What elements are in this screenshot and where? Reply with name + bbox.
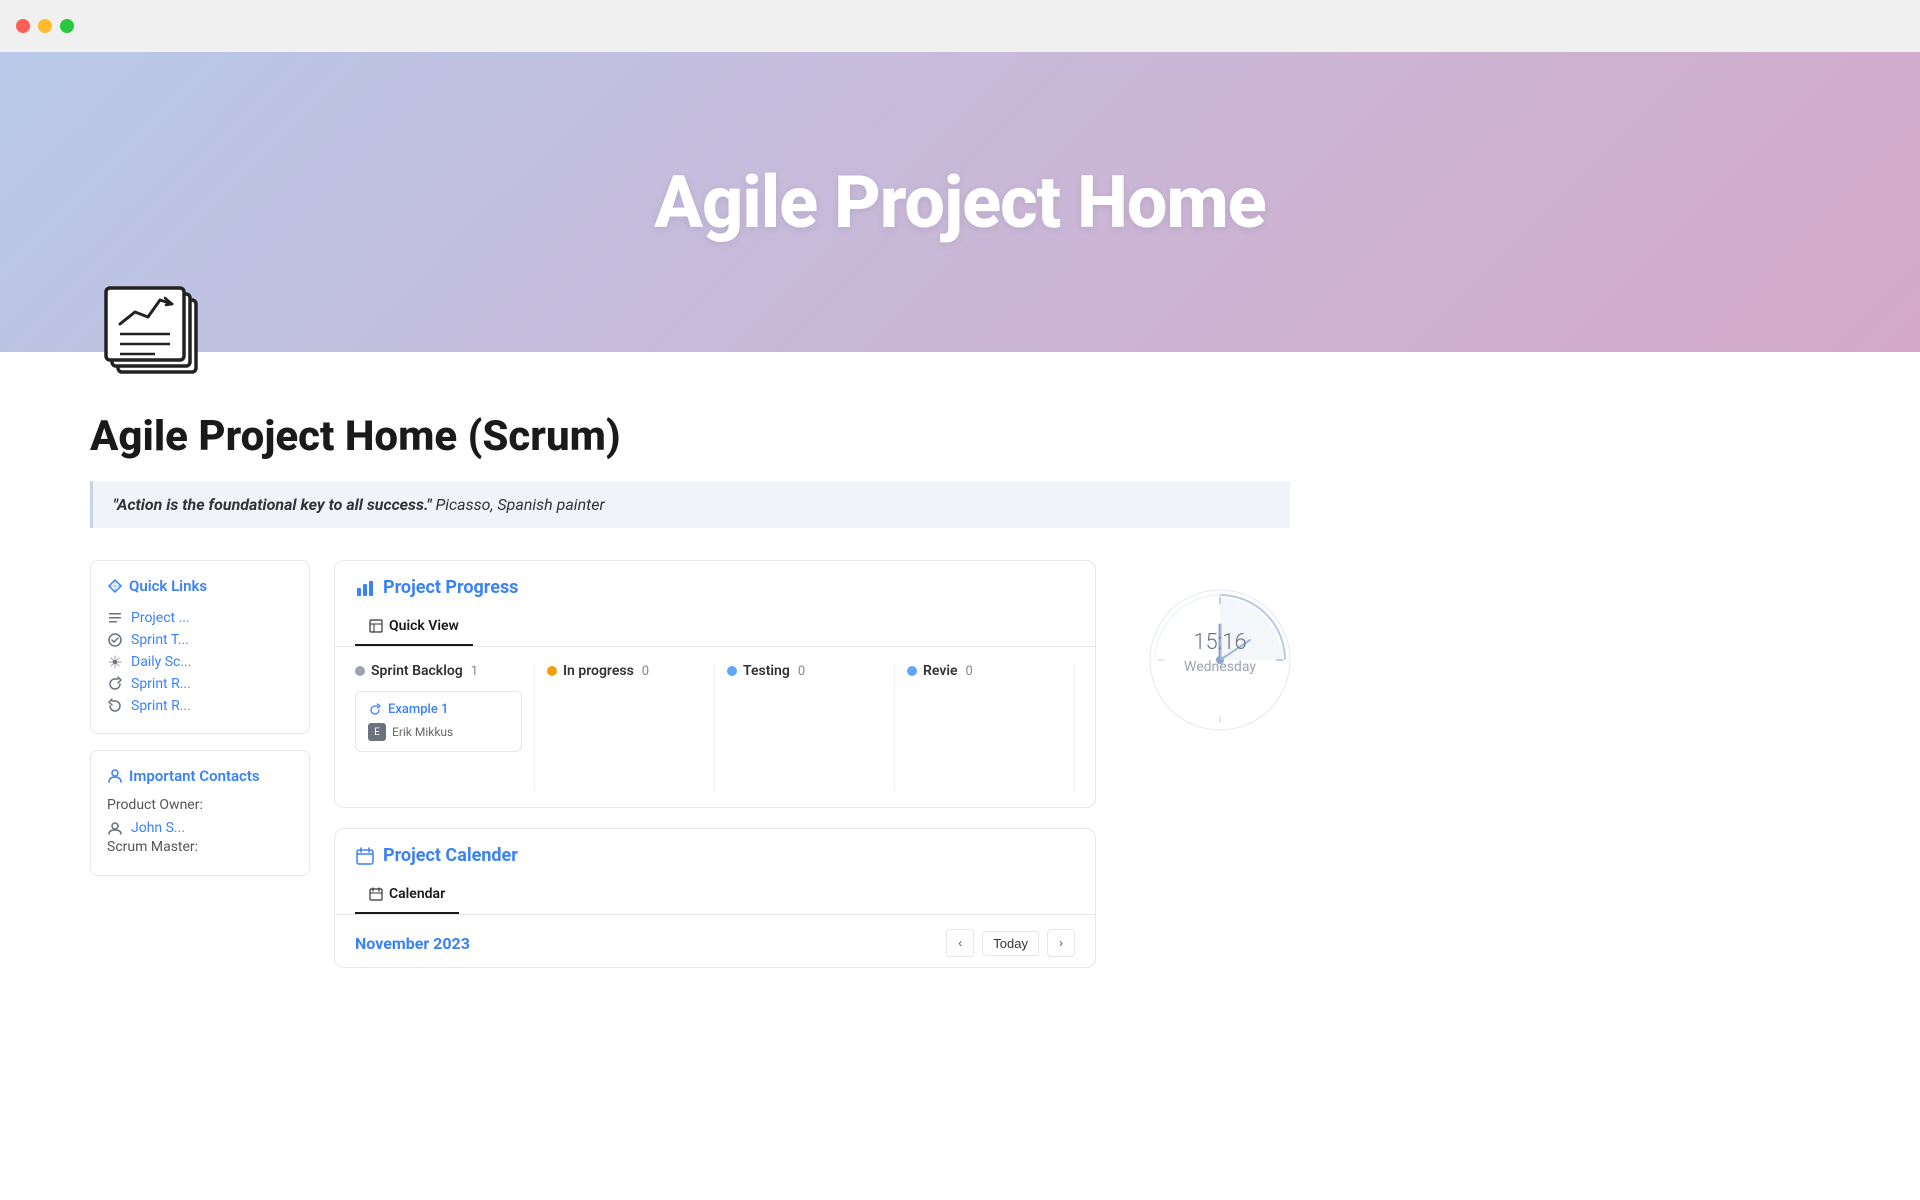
person-icon: [107, 768, 123, 784]
quote-text: "Action is the foundational key to all s…: [113, 495, 432, 514]
refresh-alt-icon: [107, 698, 123, 714]
calendar-tab[interactable]: Calendar: [355, 876, 459, 914]
calendar-small-icon: [369, 887, 383, 901]
quick-view-tab[interactable]: Quick View: [355, 608, 473, 646]
page-heading: Agile Project Home (Scrum): [90, 412, 1310, 461]
project-calendar-header: Project Calender: [335, 829, 1095, 866]
right-panel: 15:16 Wednesday: [1120, 560, 1320, 680]
refresh-task-icon: [368, 703, 382, 717]
board-container: Sprint Backlog 1 Example 1 E: [335, 647, 1095, 807]
prev-month-button[interactable]: ‹: [946, 929, 974, 957]
hero-banner: Agile Project Home: [0, 52, 1920, 352]
task-card-example1[interactable]: Example 1 E Erik Mikkus: [355, 691, 522, 752]
maximize-button[interactable]: [60, 19, 74, 33]
contact-icon: [107, 820, 123, 836]
scrum-master-label: Scrum Master:: [107, 839, 293, 855]
project-progress-tabs: Quick View: [335, 608, 1095, 647]
contacts-card: Important Contacts Product Owner: John S…: [90, 750, 310, 876]
sidebar-link-sprint-t[interactable]: Sprint T...: [107, 629, 293, 651]
calendar-nav-row: November 2023 ‹ Today ›: [335, 915, 1095, 967]
sidebar-link-sprint-r1[interactable]: Sprint R...: [107, 673, 293, 695]
testing-count: 0: [798, 664, 805, 679]
bar-chart-icon: [355, 578, 375, 598]
main-layout: Quick Links Project ... Sprint T...: [90, 560, 1310, 968]
sprint-backlog-label: Sprint Backlog: [371, 663, 463, 679]
calendar-navigation: ‹ Today ›: [946, 929, 1075, 957]
diamond-icon: [107, 578, 123, 594]
column-in-progress: In progress 0: [535, 663, 715, 791]
sparkle-icon: [107, 654, 123, 670]
clock-day: Wednesday: [1184, 659, 1256, 675]
project-progress-title: Project Progress: [383, 577, 518, 598]
today-button[interactable]: Today: [982, 931, 1039, 956]
sidebar: Quick Links Project ... Sprint T...: [90, 560, 310, 876]
main-content-area: Project Progress Quick View: [334, 560, 1096, 968]
page-content: Agile Project Home (Scrum) "Action is th…: [0, 352, 1400, 1008]
sidebar-link-daily-sc[interactable]: Daily Sc...: [107, 651, 293, 673]
next-month-button[interactable]: ›: [1047, 929, 1075, 957]
project-progress-header: Project Progress: [335, 561, 1095, 598]
review-dot: [907, 666, 917, 676]
list-icon: [107, 610, 123, 626]
quote-author: Picasso, Spanish painter: [432, 495, 605, 514]
testing-label: Testing: [743, 663, 790, 679]
project-progress-widget: Project Progress Quick View: [334, 560, 1096, 808]
calendar-month: November 2023: [355, 934, 470, 953]
product-owner-label: Product Owner:: [107, 797, 293, 813]
assignee-name: Erik Mikkus: [392, 725, 453, 739]
in-progress-dot: [547, 666, 557, 676]
avatar: E: [368, 723, 386, 741]
in-progress-count: 0: [642, 664, 649, 679]
project-calendar-widget: Project Calender Calendar November: [334, 828, 1096, 968]
titlebar: [0, 0, 1920, 52]
testing-dot: [727, 666, 737, 676]
sidebar-link-sprint-r2[interactable]: Sprint R...: [107, 695, 293, 717]
clock-time: 15:16: [1184, 630, 1256, 655]
sidebar-link-project[interactable]: Project ...: [107, 607, 293, 629]
clock-widget: 15:16 Wednesday: [1140, 580, 1300, 680]
check-circle-icon: [107, 632, 123, 648]
minimize-button[interactable]: [38, 19, 52, 33]
table-icon: [369, 619, 383, 633]
column-testing: Testing 0: [715, 663, 895, 791]
hero-title: Agile Project Home: [654, 160, 1265, 245]
project-calendar-title: Project Calender: [383, 845, 518, 866]
sprint-backlog-count: 1: [471, 664, 478, 679]
close-button[interactable]: [16, 19, 30, 33]
page-icon: [90, 262, 220, 392]
in-progress-label: In progress: [563, 663, 634, 679]
product-owner-link[interactable]: John S...: [107, 817, 293, 839]
quick-links-title: Quick Links: [107, 577, 293, 595]
sprint-backlog-dot: [355, 666, 365, 676]
blockquote: "Action is the foundational key to all s…: [90, 481, 1290, 528]
quick-links-card: Quick Links Project ... Sprint T...: [90, 560, 310, 734]
column-sprint-backlog: Sprint Backlog 1 Example 1 E: [355, 663, 535, 791]
contacts-title: Important Contacts: [107, 767, 293, 785]
review-label: Revie: [923, 663, 958, 679]
review-count: 0: [966, 664, 973, 679]
column-review: Revie 0: [895, 663, 1075, 791]
calendar-icon: [355, 846, 375, 866]
refresh-icon: [107, 676, 123, 692]
project-calendar-tabs: Calendar: [335, 876, 1095, 915]
